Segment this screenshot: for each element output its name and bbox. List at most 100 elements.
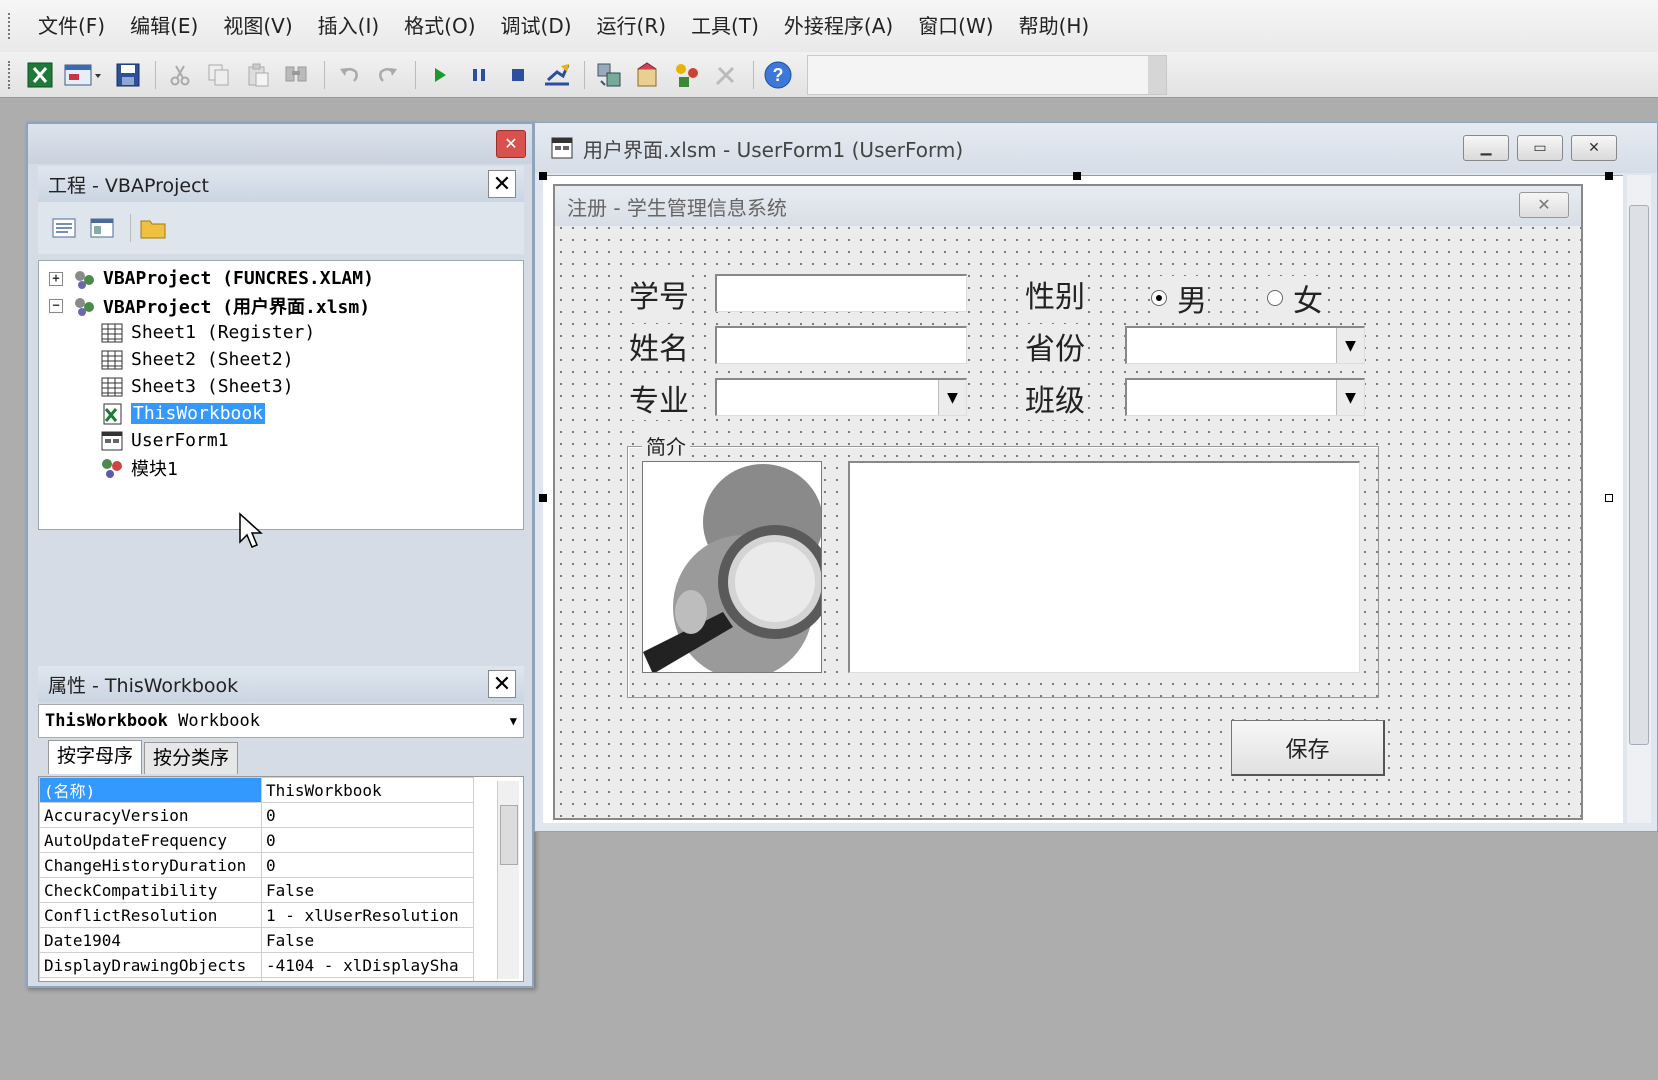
expand-toggle[interactable]: + [49,271,63,286]
property-row[interactable]: AutoUpdateFrequency 0 [39,827,474,853]
tree-item-userui-project[interactable]: − VBAProject (用户界面.xlsm) [49,292,523,319]
chevron-down-icon[interactable]: ▼ [1336,328,1364,363]
property-value[interactable]: -4104 - xlDisplaySha [261,952,474,978]
intro-frame[interactable]: 简介 [627,431,1379,698]
object-selector[interactable]: ThisWorkbook Workbook ▼ [38,704,524,738]
chevron-down-icon[interactable]: ▼ [510,714,517,728]
property-value[interactable]: ThisWorkbook [261,777,474,803]
property-row[interactable]: ConflictResolution 1 - xlUserResolution [39,902,474,928]
save-button[interactable]: 保存 [1231,720,1385,776]
property-value[interactable]: 0 [261,852,474,878]
tree-item-thisworkbook[interactable]: ThisWorkbook [49,400,523,427]
copy-icon[interactable] [201,57,237,93]
scrollbar-thumb[interactable] [1629,205,1649,745]
resize-handle[interactable] [539,172,547,180]
property-row[interactable]: CheckCompatibility False [39,877,474,903]
gender-female-radio[interactable]: 女 [1267,276,1323,320]
break-icon[interactable] [461,57,497,93]
reset-icon[interactable] [500,57,536,93]
property-row[interactable]: DisplayInkCommentsTrue [39,977,474,981]
property-row[interactable]: Date1904 False [39,927,474,953]
menu-view[interactable]: 视图(V) [211,6,304,46]
designer-scrollbar[interactable] [1627,175,1651,823]
property-value[interactable]: 0 [261,802,474,828]
property-value[interactable]: False [261,877,474,903]
property-row[interactable]: AccuracyVersion 0 [39,802,474,828]
help-icon[interactable]: ? [760,57,796,93]
tree-item-module1[interactable]: 模块1 [49,454,523,481]
menu-format[interactable]: 格式(O) [392,6,487,46]
major-label: 专业 [627,376,691,420]
view-object-icon[interactable] [86,213,118,243]
class-combobox[interactable]: ▼ [1125,378,1365,416]
project-explorer-icon[interactable] [591,57,627,93]
menu-insert[interactable]: 插入(I) [306,6,392,46]
project-explorer-close-button[interactable]: ✕ [488,170,516,198]
menu-edit[interactable]: 编辑(E) [118,6,210,46]
tree-item-userform1[interactable]: UserForm1 [49,427,523,454]
property-value[interactable]: True [261,977,474,981]
chevron-down-icon[interactable]: ▼ [1336,380,1364,415]
resize-handle[interactable] [1605,494,1613,502]
properties-grid: (名称) ThisWorkbook AccuracyVersion 0 AutoUpda… [38,776,524,982]
paste-icon[interactable] [240,57,276,93]
view-code-icon[interactable] [48,213,80,243]
property-value[interactable]: 1 - xlUserResolution [261,902,474,928]
property-row[interactable]: ChangeHistoryDuration 0 [39,852,474,878]
tree-item-funcres-project[interactable]: + VBAProject (FUNCRES.XLAM) [49,265,523,292]
menu-addins[interactable]: 外接程序(A) [772,6,905,46]
toggle-folders-icon[interactable] [137,213,169,243]
collapse-toggle[interactable]: − [49,298,63,313]
menu-window[interactable]: 窗口(W) [906,6,1005,46]
resize-handle[interactable] [539,494,547,502]
intro-textbox[interactable] [848,461,1360,673]
save-icon[interactable] [110,57,146,93]
tree-item-sheet1[interactable]: Sheet1 (Register) [49,319,523,346]
run-icon[interactable] [422,57,458,93]
close-button[interactable]: ✕ [1571,135,1617,161]
find-icon[interactable] [279,57,315,93]
minimize-button[interactable]: ▁ [1463,135,1509,161]
toolbox-icon[interactable] [708,57,744,93]
property-row[interactable]: DisplayDrawingObjects -4104 - xlDisplaySh… [39,952,474,978]
project-tree[interactable]: + VBAProject (FUNCRES.XLAM) − VBAProject… [38,260,524,530]
properties-scrollbar[interactable] [497,781,519,979]
insert-userform-icon[interactable] [61,57,107,93]
student-id-input[interactable] [715,274,967,312]
resize-handle[interactable] [1605,172,1613,180]
student-photo-image[interactable] [642,461,822,673]
tab-categorized[interactable]: 按分类序 [144,742,239,774]
menu-tools[interactable]: 工具(T) [679,6,771,46]
province-combobox[interactable]: ▼ [1125,326,1365,364]
menu-help[interactable]: 帮助(H) [1007,6,1102,46]
property-row[interactable]: (名称) ThisWorkbook [39,777,474,803]
excel-icon[interactable] [22,57,58,93]
gender-male-radio[interactable]: 男 [1151,276,1207,320]
major-combobox[interactable]: ▼ [715,378,967,416]
dock-close-button[interactable]: ✕ [496,130,526,158]
property-value[interactable]: False [261,927,474,953]
tab-alphabetic[interactable]: 按字母序 [48,740,143,774]
toolbar-options-dropdown[interactable] [1148,55,1166,94]
redo-icon[interactable] [370,57,406,93]
form-close-button[interactable]: ✕ [1519,192,1569,218]
tree-item-sheet3[interactable]: Sheet3 (Sheet3) [49,373,523,400]
name-input[interactable] [715,326,967,364]
maximize-button[interactable]: ▭ [1517,135,1563,161]
design-mode-icon[interactable] [539,57,575,93]
object-browser-icon[interactable] [669,57,705,93]
menu-debug[interactable]: 调试(D) [489,6,584,46]
property-value[interactable]: 0 [261,827,474,853]
chevron-down-icon[interactable]: ▼ [938,380,966,415]
resize-handle[interactable] [1073,172,1081,180]
userform-canvas[interactable]: 注册 - 学生管理信息系统 ✕ 学号 姓名 专业 ▼ 性别 男 女 省份 ▼ 班… [553,184,1583,820]
menu-file[interactable]: 文件(F) [26,6,117,46]
toolbar-field[interactable] [807,54,1167,95]
tree-item-sheet2[interactable]: Sheet2 (Sheet2) [49,346,523,373]
undo-icon[interactable] [331,57,367,93]
properties-icon[interactable] [630,57,666,93]
menu-run[interactable]: 运行(R) [585,6,679,46]
cut-icon[interactable] [162,57,198,93]
scrollbar-thumb[interactable] [500,805,518,865]
properties-close-button[interactable]: ✕ [488,670,516,698]
